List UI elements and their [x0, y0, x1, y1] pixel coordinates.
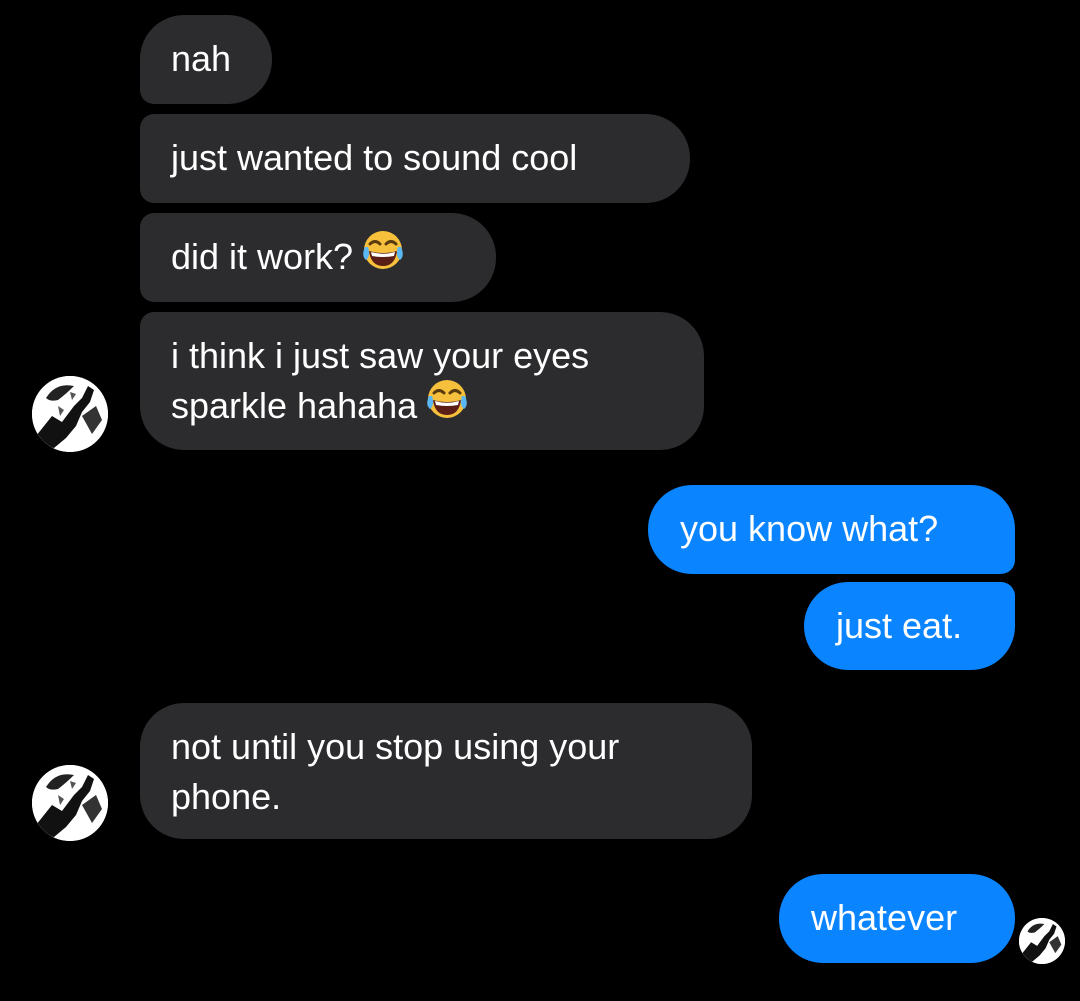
laughing-tears-emoji-icon [361, 228, 405, 285]
message-text: you know what? [680, 508, 939, 549]
message-text-line: i think i just saw your eyes [171, 335, 590, 376]
message-text: just wanted to sound cool [171, 137, 578, 178]
outgoing-message-bubble[interactable]: you know what? [648, 485, 1015, 574]
incoming-message-bubble[interactable]: did it work? [140, 213, 496, 302]
message-text: nah [171, 38, 232, 79]
message-text: did it work? [171, 236, 354, 277]
message-text-line: not until you stop using your [171, 726, 620, 767]
message-text-line: phone. [171, 776, 282, 817]
outgoing-message-bubble[interactable]: whatever [779, 874, 1015, 963]
incoming-message-bubble[interactable]: just wanted to sound cool [140, 114, 690, 203]
message-text: whatever [811, 897, 958, 938]
contact-avatar-icon[interactable] [32, 376, 108, 452]
incoming-message-bubble[interactable]: nah [140, 15, 272, 104]
message-text: just eat. [836, 605, 963, 646]
laughing-tears-emoji-icon [425, 377, 469, 434]
seen-avatar-icon [1019, 918, 1065, 964]
outgoing-message-bubble[interactable]: just eat. [804, 582, 1015, 670]
incoming-message-bubble[interactable]: i think i just saw your eyes sparkle hah… [140, 312, 704, 450]
contact-avatar-icon[interactable] [32, 765, 108, 841]
message-text-line: sparkle hahaha [171, 385, 418, 426]
incoming-message-bubble[interactable]: not until you stop using your phone. [140, 703, 752, 839]
